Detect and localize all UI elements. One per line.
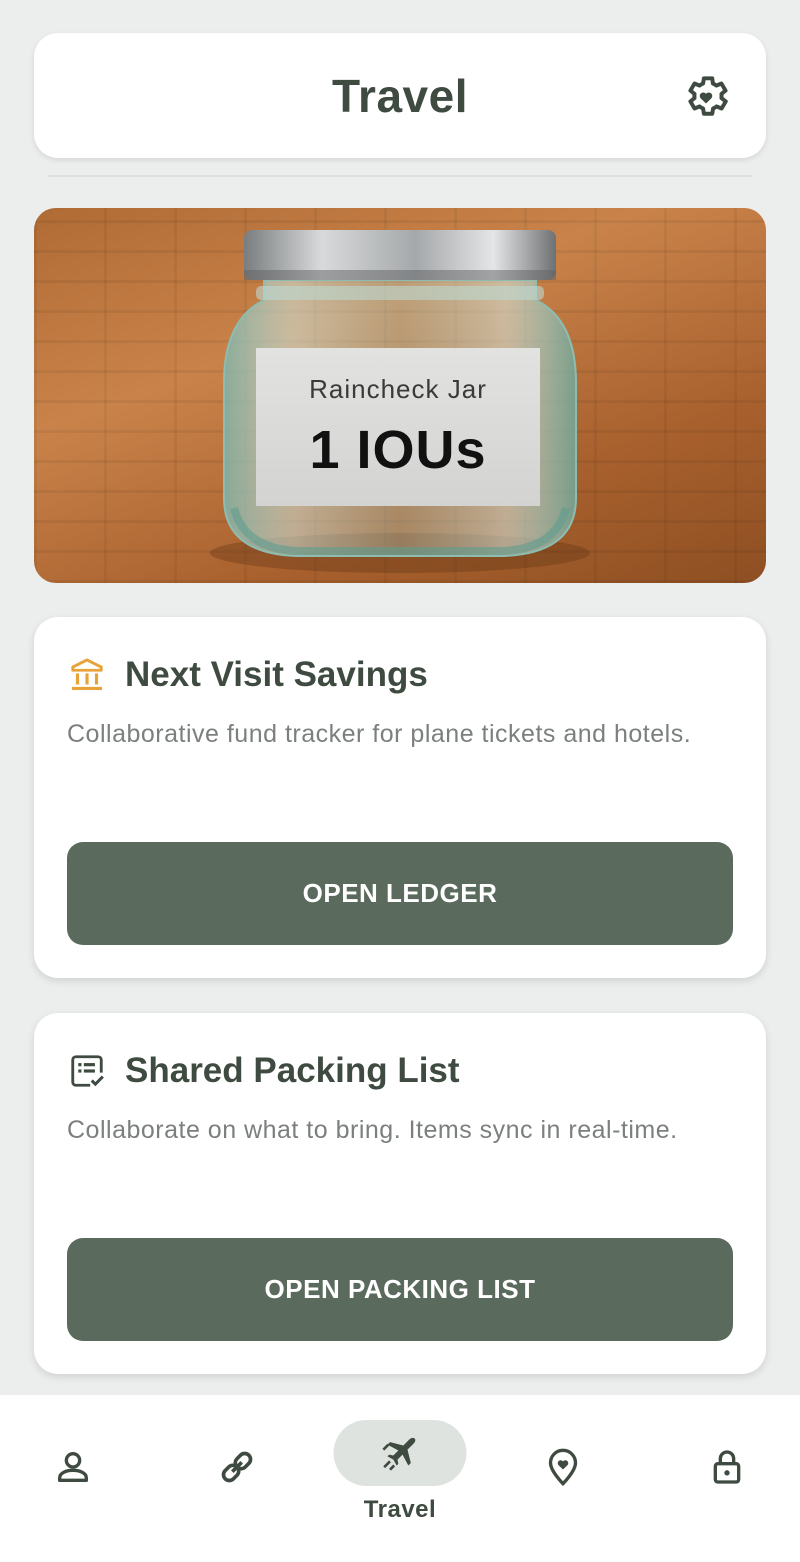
airplane-icon: [382, 1437, 416, 1471]
jar-label: Raincheck Jar 1 IOUs: [256, 348, 540, 506]
packing-card-header: Shared Packing List: [67, 1051, 460, 1091]
header-divider: [48, 175, 752, 177]
iou-count: 1 IOUs: [309, 419, 487, 480]
gear-heart-icon: [688, 76, 728, 116]
packing-card: Shared Packing List Collaborate on what …: [34, 1013, 766, 1374]
raincheck-jar-banner[interactable]: Raincheck Jar 1 IOUs: [34, 208, 766, 583]
checklist-icon: [71, 1055, 104, 1087]
bank-icon: [71, 658, 103, 691]
open-ledger-button[interactable]: OPEN LEDGER: [67, 842, 733, 945]
packing-card-description: Collaborate on what to bring. Items sync…: [67, 1116, 678, 1144]
savings-card-title: Next Visit Savings: [125, 655, 428, 694]
nav-item-link[interactable]: [167, 1395, 307, 1562]
link-icon: [221, 1451, 253, 1483]
nav-item-profile[interactable]: [3, 1395, 143, 1562]
jar-label-title: Raincheck Jar: [309, 373, 487, 404]
nav-item-travel[interactable]: Travel: [330, 1395, 470, 1562]
top-app-bar: Travel: [34, 33, 766, 158]
location-heart-icon: [548, 1448, 578, 1487]
open-packing-list-button[interactable]: OPEN PACKING LIST: [67, 1238, 733, 1341]
lock-icon: [713, 1450, 741, 1484]
bottom-navigation-bar: Travel: [0, 1395, 800, 1562]
nav-label-travel: Travel: [363, 1496, 437, 1523]
savings-card-description: Collaborative fund tracker for plane tic…: [67, 720, 692, 748]
packing-card-title: Shared Packing List: [125, 1051, 460, 1090]
nav-item-lock[interactable]: [657, 1395, 797, 1562]
savings-card-header: Next Visit Savings: [67, 655, 428, 695]
app-root: Travel Raincheck Jar 1 IOUs Next Visit S…: [0, 0, 800, 1562]
person-icon: [58, 1452, 89, 1482]
nav-item-places[interactable]: [493, 1395, 633, 1562]
savings-card: Next Visit Savings Collaborative fund tr…: [34, 617, 766, 978]
page-title: Travel: [332, 69, 468, 122]
settings-button[interactable]: [680, 70, 732, 122]
